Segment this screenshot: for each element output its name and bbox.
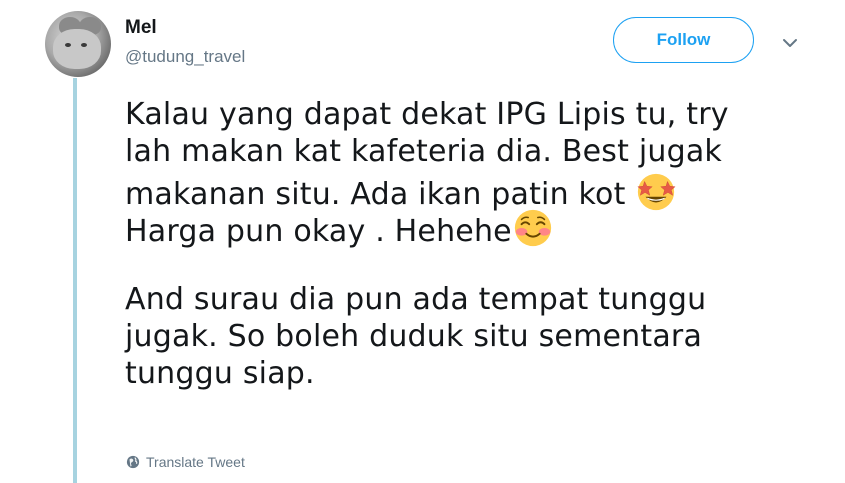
display-name[interactable]: Mel [125,17,157,39]
translate-tweet-link[interactable]: Translate Tweet [126,454,245,470]
tweet-line: Harga pun okay . Hehehe [125,207,805,249]
avatar[interactable] [45,11,111,77]
tweet-line: makanan situ. Ada ikan patin kot [125,170,805,212]
user-handle[interactable]: @tudung_travel [125,47,245,67]
chevron-down-icon[interactable] [780,33,800,53]
translate-label[interactable]: Translate Tweet [146,454,245,470]
tweet-line: And surau dia pun ada tempat tunggu [125,282,707,317]
tweet-text: Kalau yang dapat dekat IPG Lipis tu, try… [125,96,805,392]
avatar-eye-left [65,43,71,47]
star-struck-emoji-icon [637,173,676,211]
tweet-line: tunggu siap. [125,356,315,391]
tweet-line: lah makan kat kafeteria dia. Best jugak [125,134,722,169]
globe-icon [126,455,140,469]
follow-button[interactable]: Follow [613,17,754,63]
smiling-face-emoji-icon [514,209,551,247]
thread-line [73,78,77,483]
avatar-eye-right [81,43,87,47]
tweet-line: Kalau yang dapat dekat IPG Lipis tu, try [125,97,729,132]
tweet-line-text: Harga pun okay . Hehehe [125,214,512,249]
tweet-line: jugak. So boleh duduk situ sementara [125,319,703,354]
avatar-face [53,29,101,69]
